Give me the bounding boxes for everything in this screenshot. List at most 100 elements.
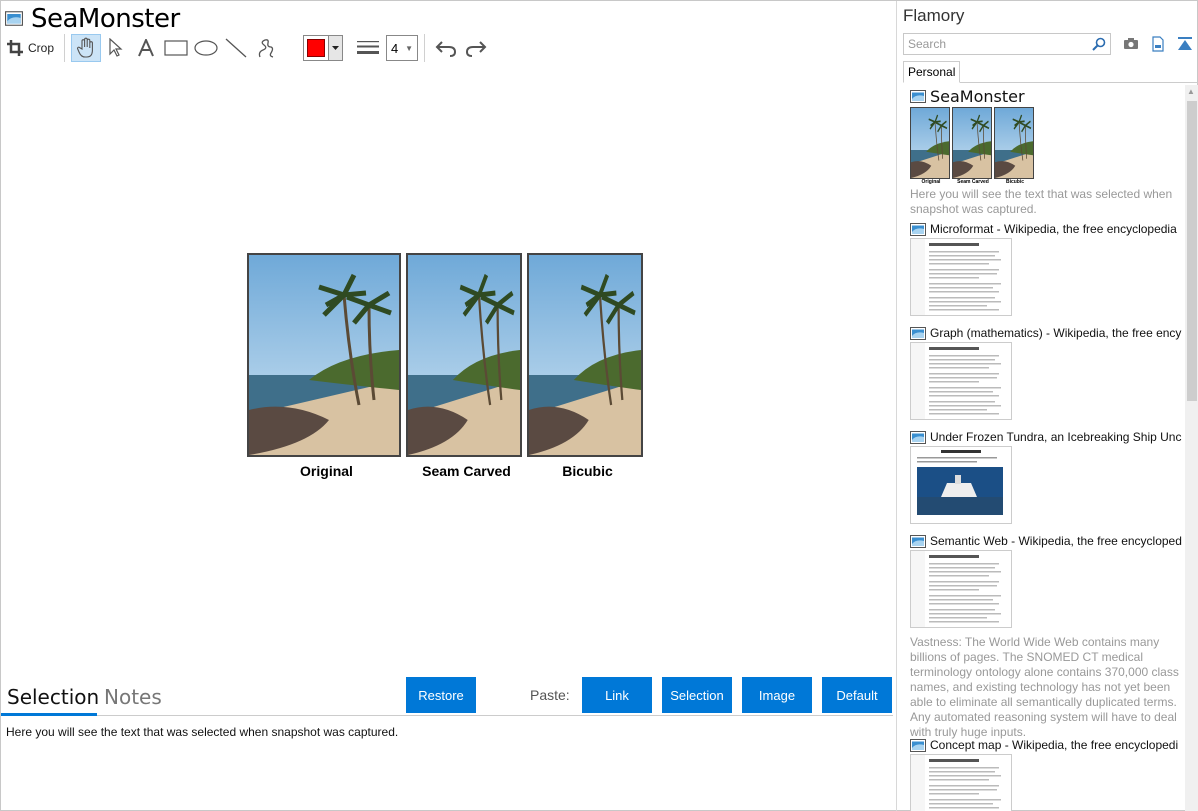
editor-pane: SeaMonster Crop 4 ▼ Original Seam Carved… xyxy=(1,1,896,811)
crop-icon xyxy=(7,40,23,56)
tab-notes[interactable]: Notes xyxy=(104,685,162,709)
beach-photo-seam-carved xyxy=(406,253,522,457)
app-icon xyxy=(910,535,926,548)
scroll-up-icon[interactable]: ▲ xyxy=(1187,87,1195,96)
snapshot-image: Original Seam Carved Bicubic xyxy=(247,253,648,479)
app-icon xyxy=(910,739,926,752)
app-window: SeaMonster Crop 4 ▼ Original Seam Carved… xyxy=(0,0,1198,811)
tab-personal[interactable]: Personal xyxy=(903,61,961,83)
list-item-header: Graph (mathematics) - Wikipedia, the fre… xyxy=(910,326,1181,340)
text-icon xyxy=(138,39,154,57)
mini-photo xyxy=(952,107,992,179)
caption-bicubic: Bicubic xyxy=(562,463,613,479)
color-picker[interactable] xyxy=(303,35,344,61)
list-item-title: Graph (mathematics) - Wikipedia, the fre… xyxy=(930,326,1182,340)
crop-button[interactable]: Crop xyxy=(7,34,58,62)
image-panel-original: Original xyxy=(247,253,406,479)
paste-label: Paste: xyxy=(530,687,570,703)
sidebar-tab-bar: Personal xyxy=(903,61,1198,83)
list-item-thumbnail xyxy=(910,446,1012,524)
list-item-description: Vastness: The World Wide Web contains ma… xyxy=(910,635,1179,739)
list-item-header: Concept map - Wikipedia, the free encycl… xyxy=(910,738,1178,752)
mini-caption: Bicubic xyxy=(1005,179,1025,185)
undo-button[interactable] xyxy=(431,34,461,62)
pointer-icon xyxy=(109,38,123,57)
collapse-sidebar-icon[interactable] xyxy=(1177,36,1193,52)
mini-caption: Seam Carved xyxy=(957,179,989,185)
flamory-sidebar: Flamory Search Personal SeaMonster Origi… xyxy=(896,1,1198,811)
redo-icon xyxy=(466,41,487,57)
mini-photo xyxy=(994,107,1034,179)
ellipse-tool-button[interactable] xyxy=(191,34,221,62)
paste-default-button[interactable]: Default xyxy=(822,677,892,713)
list-item-thumbnail xyxy=(910,550,1012,628)
list-item-title: Semantic Web - Wikipedia, the free encyc… xyxy=(930,534,1182,548)
list-item[interactable]: Semantic Web - Wikipedia, the free encyc… xyxy=(910,534,1182,740)
mini-captions: Original Seam Carved Bicubic xyxy=(910,179,1180,185)
app-icon xyxy=(910,431,926,444)
text-tool-button[interactable] xyxy=(131,34,161,62)
restore-button[interactable]: Restore xyxy=(406,677,476,713)
line-size-value: 4 xyxy=(391,40,399,56)
line-width-icon xyxy=(357,41,380,54)
sidebar-title: Flamory xyxy=(903,6,965,25)
line-tool-button[interactable] xyxy=(221,34,251,62)
list-item[interactable]: Under Frozen Tundra, an Icebreaking Ship… xyxy=(910,430,1182,524)
paste-selection-button[interactable]: Selection xyxy=(662,677,732,713)
chevron-down-icon xyxy=(328,36,343,60)
caption-original: Original xyxy=(300,463,353,479)
list-item-title: Concept map - Wikipedia, the free encycl… xyxy=(930,738,1179,752)
tab-selection[interactable]: Selection xyxy=(7,685,99,709)
sidebar-scrollbar[interactable]: ▲ xyxy=(1185,85,1198,811)
search-icon[interactable] xyxy=(1092,37,1106,51)
snapshot-canvas[interactable]: Original Seam Carved Bicubic xyxy=(1,63,896,679)
rectangle-tool-button[interactable] xyxy=(161,34,191,62)
list-item[interactable]: Concept map - Wikipedia, the free encycl… xyxy=(910,738,1178,811)
list-item-title: Under Frozen Tundra, an Icebreaking Ship… xyxy=(930,430,1182,444)
paste-image-button[interactable]: Image xyxy=(742,677,812,713)
redo-button[interactable] xyxy=(461,34,491,62)
image-panel-seam-carved: Seam Carved xyxy=(406,253,527,479)
search-input[interactable]: Search xyxy=(903,33,1111,55)
toolbar-separator xyxy=(424,34,426,62)
search-placeholder: Search xyxy=(908,37,947,51)
list-item-description: Here you will see the text that was sele… xyxy=(910,187,1173,216)
list-item-title: Microformat - Wikipedia, the free encycl… xyxy=(930,222,1177,236)
list-item-header: Under Frozen Tundra, an Icebreaking Ship… xyxy=(910,430,1182,444)
active-tab-indicator xyxy=(1,713,97,716)
list-item-header: Microformat - Wikipedia, the free encycl… xyxy=(910,222,1177,236)
beach-photo-bicubic xyxy=(527,253,643,457)
list-item[interactable]: SeaMonster Original Seam Carved Bicubic … xyxy=(910,87,1180,217)
freehand-tool-button[interactable] xyxy=(251,34,281,62)
list-item-thumbnail xyxy=(910,754,1012,811)
app-icon xyxy=(910,223,926,236)
pointer-tool-button[interactable] xyxy=(101,34,131,62)
line-width-button[interactable] xyxy=(353,34,383,62)
freehand-icon xyxy=(258,39,274,58)
paste-link-button[interactable]: Link xyxy=(582,677,652,713)
rectangle-icon xyxy=(164,40,188,56)
list-item[interactable]: Graph (mathematics) - Wikipedia, the fre… xyxy=(910,326,1181,425)
app-icon xyxy=(5,11,23,26)
toolbar: Crop 4 ▼ xyxy=(7,34,491,62)
pan-tool-button[interactable] xyxy=(71,34,102,62)
mini-caption: Original xyxy=(921,179,941,185)
camera-icon[interactable] xyxy=(1123,36,1139,52)
beach-photo-original xyxy=(247,253,401,457)
crop-label: Crop xyxy=(28,41,55,55)
news-page-thumbnail xyxy=(911,447,1011,523)
list-item-header: Semantic Web - Wikipedia, the free encyc… xyxy=(910,534,1182,548)
color-swatch xyxy=(307,39,326,57)
scrollbar-thumb[interactable] xyxy=(1187,101,1197,401)
image-panel-bicubic: Bicubic xyxy=(527,253,648,479)
list-item[interactable]: Microformat - Wikipedia, the free encycl… xyxy=(910,222,1177,321)
app-icon xyxy=(910,327,926,340)
list-item-thumbnail xyxy=(910,107,1180,179)
list-item-thumbnail xyxy=(910,342,1012,420)
mini-photo xyxy=(910,107,950,179)
snapshot-list: SeaMonster Original Seam Carved Bicubic … xyxy=(910,87,1182,811)
document-icon[interactable] xyxy=(1150,36,1166,52)
line-size-select[interactable]: 4 ▼ xyxy=(386,35,419,61)
selection-text[interactable]: Here you will see the text that was sele… xyxy=(6,725,398,739)
app-icon xyxy=(910,90,926,103)
